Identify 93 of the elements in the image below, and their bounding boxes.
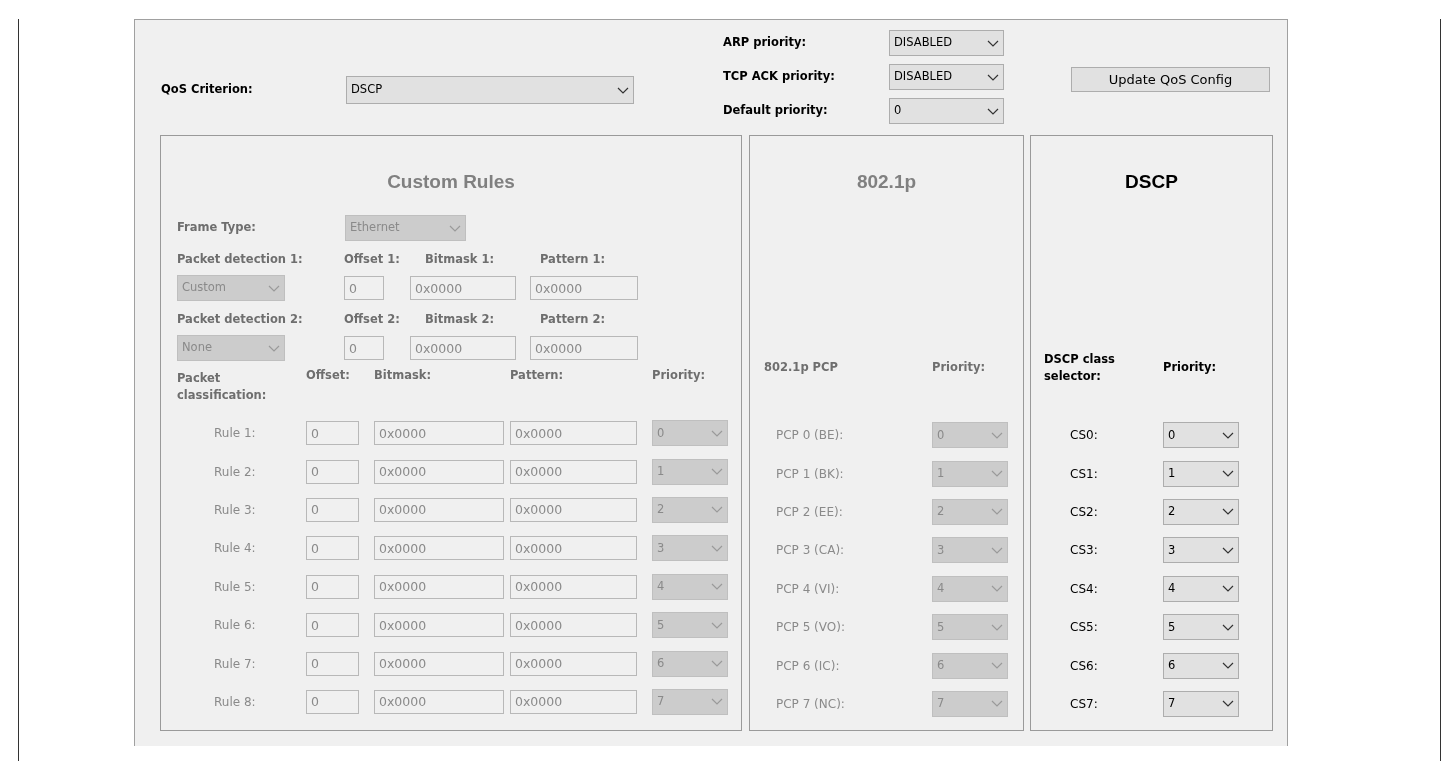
dropdown[interactable]: DISABLED [889, 30, 1004, 56]
panel-title: 802.1p [855, 170, 918, 194]
dropdown[interactable]: 3 [1163, 537, 1239, 564]
chevron-down-icon [991, 623, 1003, 631]
chevron-down-icon [711, 621, 723, 629]
chevron-down-icon [991, 700, 1003, 708]
field-label: 802.1p PCP [764, 359, 839, 377]
field-label: Bitmask 1: [425, 250, 496, 268]
chevron-down-icon [711, 660, 723, 668]
row-label: CS0: [1070, 427, 1099, 445]
dropdown[interactable]: 2 [1163, 498, 1239, 525]
field-label: Bitmask: [374, 367, 433, 384]
rule-label: Rule 4: [214, 540, 257, 558]
field-label: Frame Type: [177, 219, 257, 237]
dropdown[interactable]: 6 [1163, 652, 1239, 679]
chevron-down-icon [711, 698, 723, 706]
dropdown[interactable]: 1 [1163, 460, 1239, 487]
chevron-down-icon [991, 546, 1003, 554]
field-label: Offset 2: [344, 310, 401, 328]
field-label: Priority: [1163, 359, 1217, 377]
dropdown[interactable]: 7 [1163, 690, 1239, 717]
rule-label: Rule 3: [214, 501, 257, 519]
chevron-down-icon [1222, 508, 1234, 516]
rule-label: Rule 6: [214, 617, 257, 635]
chevron-down-icon [987, 73, 999, 81]
chevron-down-icon [449, 224, 461, 232]
chevron-down-icon [711, 544, 723, 552]
row-label: CS5: [1070, 619, 1099, 637]
chevron-down-icon [1222, 470, 1234, 478]
rule-label: Rule 2: [214, 463, 257, 481]
field-label: Default priority: [723, 102, 829, 120]
rule-label: Rule 7: [214, 655, 257, 673]
panel-title: Custom Rules [386, 170, 516, 194]
chevron-down-icon [991, 662, 1003, 670]
chevron-down-icon [711, 583, 723, 591]
field-label: Pattern 1: [540, 250, 607, 268]
row-label: PCP 0 (BE): [776, 427, 845, 445]
chevron-down-icon [1222, 546, 1234, 554]
chevron-down-icon [1222, 662, 1234, 670]
update-button[interactable]: Update QoS Config [1071, 67, 1270, 92]
chevron-down-icon [1222, 623, 1234, 631]
chevron-down-icon [1222, 431, 1234, 439]
row-label: CS6: [1070, 657, 1099, 675]
field-label: Offset 1: [344, 250, 401, 268]
chevron-down-icon [991, 585, 1003, 593]
dropdown[interactable]: 0 [1163, 422, 1239, 449]
dropdown[interactable]: 5 [1163, 614, 1239, 641]
row-label: PCP 5 (VO): [776, 619, 846, 637]
rule-label: Rule 5: [214, 578, 257, 596]
field-label: Priority: [652, 367, 707, 384]
dropdown[interactable]: 0 [889, 98, 1004, 124]
field-label: Bitmask 2: [425, 310, 496, 328]
chevron-down-icon [987, 107, 999, 115]
field-label: QoS Criterion: [161, 81, 254, 99]
dropdown[interactable]: DSCP [346, 76, 634, 104]
row-label: PCP 2 (EE): [776, 503, 844, 521]
row-label: CS7: [1070, 695, 1099, 713]
rule-label: Rule 1: [214, 425, 257, 443]
dropdown[interactable]: DISABLED [889, 64, 1004, 90]
field-label: Pattern 2: [540, 310, 607, 328]
chevron-down-icon [991, 431, 1003, 439]
field-label: DSCP class selector: [1044, 350, 1116, 385]
chevron-down-icon [1222, 585, 1234, 593]
field-label: Offset: [306, 367, 351, 384]
chevron-down-icon [991, 470, 1003, 478]
field-label: Packet classification: [177, 369, 268, 404]
chevron-down-icon [711, 468, 723, 476]
row-label: PCP 6 (IC): [776, 657, 841, 675]
field-label: Pattern: [510, 367, 565, 384]
field-label: TCP ACK priority: [723, 68, 836, 86]
rule-label: Rule 8: [214, 693, 257, 711]
row-label: PCP 4 (VI): [776, 580, 841, 598]
field-label: Packet detection 2: [177, 310, 304, 328]
chevron-down-icon [711, 506, 723, 514]
chevron-down-icon [268, 284, 280, 292]
row-label: CS4: [1070, 580, 1099, 598]
field-label: Priority: [932, 359, 986, 377]
row-label: PCP 3 (CA): [776, 542, 846, 560]
chevron-down-icon [987, 39, 999, 47]
dropdown[interactable]: 4 [1163, 575, 1239, 602]
row-label: CS2: [1070, 503, 1099, 521]
chevron-down-icon [268, 344, 280, 352]
field-label: ARP priority: [723, 34, 808, 52]
chevron-down-icon [711, 429, 723, 437]
row-label: PCP 7 (NC): [776, 695, 846, 713]
chevron-down-icon [1222, 700, 1234, 708]
row-label: CS1: [1070, 465, 1099, 483]
panel-title: DSCP [1124, 170, 1179, 194]
chevron-down-icon [617, 86, 629, 94]
row-label: CS3: [1070, 542, 1099, 560]
row-label: PCP 1 (BK): [776, 465, 845, 483]
chevron-down-icon [991, 508, 1003, 516]
field-label: Packet detection 1: [177, 250, 304, 268]
